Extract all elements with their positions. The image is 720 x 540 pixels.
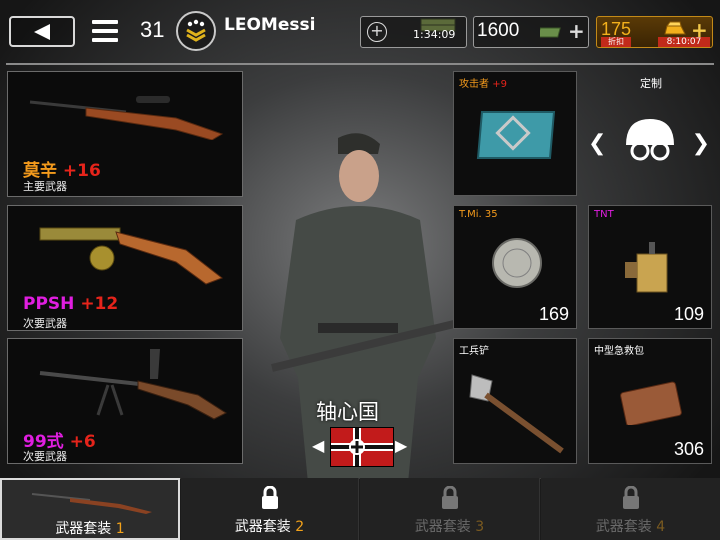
- tnt-count: 109: [673, 304, 704, 324]
- tnt-title: TNT: [594, 209, 614, 220]
- weapon-name: PPSH +12: [23, 294, 119, 314]
- lock-icon: [442, 486, 458, 509]
- faction-prev-icon[interactable]: ◀: [312, 436, 324, 455]
- tnt-panel[interactable]: TNT 109: [588, 205, 712, 329]
- menu-icon[interactable]: [92, 18, 118, 44]
- medal-title: 攻击者 +9: [459, 79, 507, 90]
- gold-resource[interactable]: 175 + 折扣 8:10:07: [596, 16, 713, 48]
- add-money-icon[interactable]: +: [568, 19, 585, 43]
- cash-icon: [540, 27, 561, 38]
- lock-icon: [623, 486, 639, 509]
- loadout-label: 武器套装 1: [55, 521, 125, 537]
- lock-icon: [262, 486, 278, 509]
- supply-timer: 1:34:09: [413, 28, 456, 41]
- shovel-panel[interactable]: 工兵铲: [453, 338, 577, 464]
- discount-badge: 折扣: [601, 37, 631, 47]
- header-divider: [6, 63, 714, 65]
- gold-bar-icon: [664, 21, 686, 35]
- mine-count: 169: [538, 304, 569, 324]
- rank-badge-icon[interactable]: [176, 11, 216, 51]
- loadout-tab-4[interactable]: 武器套装 4: [541, 478, 720, 540]
- landmine-icon: [492, 238, 542, 288]
- loadout-label: 武器套装 2: [234, 519, 305, 535]
- supply-crate-resource[interactable]: + 1:34:09: [360, 16, 467, 48]
- faction-next-icon[interactable]: ▶: [395, 436, 407, 455]
- player-level: 31: [140, 17, 165, 42]
- medkit-panel[interactable]: 中型急救包 306: [588, 338, 712, 464]
- tnt-detonator-icon: [625, 242, 668, 293]
- loadout-tab-2[interactable]: 武器套装 2: [181, 478, 359, 540]
- loadout-tab-1[interactable]: 武器套装 1: [0, 478, 180, 540]
- weapon-slot-label: 次要武器: [23, 450, 67, 463]
- helmet-icon: [626, 119, 674, 161]
- loadout-label: 武器套装 3: [414, 519, 485, 535]
- loadout-tab-3[interactable]: 武器套装 3: [360, 478, 540, 540]
- faction-name: 轴心国: [316, 400, 379, 424]
- primary-weapon-card[interactable]: 莫辛 +16 主要武器: [7, 71, 243, 197]
- back-arrow-icon: [34, 23, 50, 40]
- mine-panel[interactable]: T.Mi. 35 169: [453, 205, 577, 329]
- rifle-icon: [31, 493, 152, 514]
- mosin-rifle-icon: [29, 96, 224, 140]
- medkit-icon: [620, 381, 682, 425]
- money-resource[interactable]: 1600 +: [473, 16, 589, 48]
- loadout-label: 武器套装 4: [595, 519, 666, 535]
- secondary-weapon-card-type99[interactable]: 99式 +6 次要武器: [7, 338, 243, 464]
- type99-mg-icon: [39, 349, 228, 420]
- gold-offer-timer: 8:10:07: [658, 37, 710, 47]
- shovel-title: 工兵铲: [459, 346, 489, 357]
- next-chevron-icon[interactable]: ❯: [692, 131, 710, 156]
- mine-title: T.Mi. 35: [459, 209, 498, 220]
- customize-title: 定制: [640, 77, 662, 90]
- ppsh-smg-icon: [39, 227, 224, 285]
- secondary-weapon-card-ppsh[interactable]: PPSH +12 次要武器: [7, 205, 243, 331]
- shovel-icon: [469, 374, 564, 454]
- money-amount: 1600: [477, 20, 520, 41]
- weapon-slot-label: 主要武器: [23, 180, 67, 193]
- axis-flag-icon[interactable]: [330, 427, 394, 467]
- medkit-count: 306: [673, 439, 704, 459]
- add-circle-icon[interactable]: +: [367, 22, 387, 42]
- prev-chevron-icon[interactable]: ❮: [588, 131, 606, 156]
- customize-panel[interactable]: 定制 ❮ ❯: [588, 71, 714, 196]
- medal-ribbon-icon: [476, 111, 556, 159]
- medal-panel[interactable]: 攻击者 +9: [453, 71, 577, 196]
- medkit-title: 中型急救包: [594, 346, 644, 357]
- username: LEOMessi: [224, 15, 316, 35]
- back-button[interactable]: [9, 16, 75, 47]
- weapon-slot-label: 次要武器: [23, 317, 67, 330]
